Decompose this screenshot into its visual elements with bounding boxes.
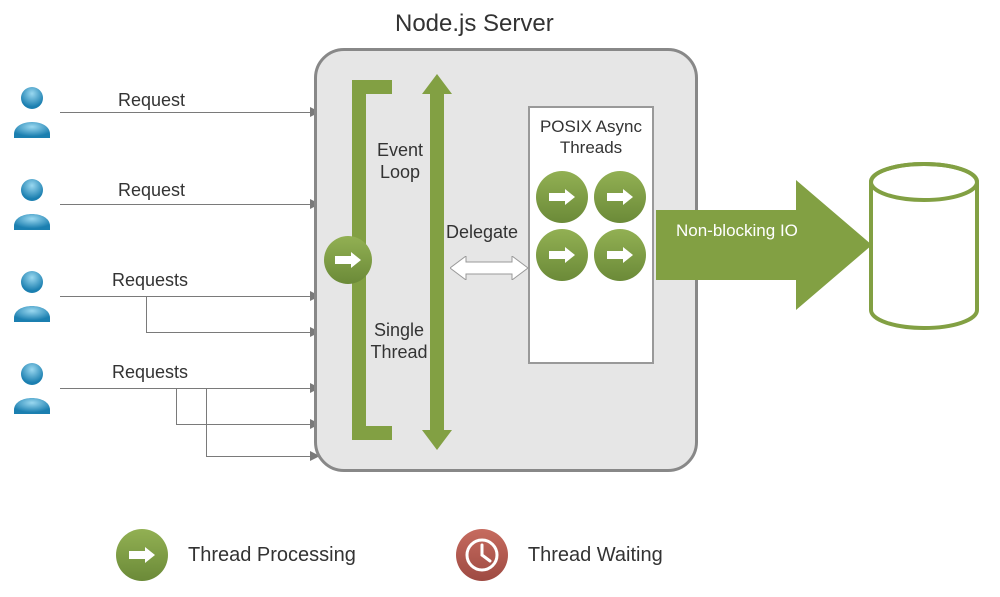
thread-processing-icon xyxy=(116,529,168,581)
thread-processing-icon xyxy=(324,236,372,284)
request-label: Request xyxy=(118,90,185,111)
thread-processing-icon xyxy=(594,229,646,281)
user-icon xyxy=(8,84,56,140)
thread-processing-icon xyxy=(536,171,588,223)
thread-processing-icon xyxy=(594,171,646,223)
posix-threads-box: POSIX Async Threads xyxy=(528,106,654,364)
database-icon xyxy=(868,162,980,330)
request-line xyxy=(60,388,312,389)
nodejs-architecture-diagram: Node.js Server Request Request Requests … xyxy=(0,0,1000,597)
posix-thread-icons xyxy=(530,167,652,285)
request-line xyxy=(176,388,177,424)
legend-processing-label: Thread Processing xyxy=(188,544,356,567)
request-line xyxy=(60,112,312,113)
non-blocking-io-arrow: Non-blocking IO xyxy=(656,180,872,310)
legend-waiting-label: Thread Waiting xyxy=(528,544,663,567)
request-label: Request xyxy=(118,180,185,201)
request-label: Requests xyxy=(112,362,188,383)
user-icon xyxy=(8,360,56,416)
request-line xyxy=(176,424,312,425)
thread-processing-icon xyxy=(536,229,588,281)
request-label: Requests xyxy=(112,270,188,291)
diagram-title: Node.js Server xyxy=(395,10,554,38)
delegate-arrow-icon xyxy=(450,256,528,280)
user-icon xyxy=(8,268,56,324)
request-line xyxy=(60,204,312,205)
request-line xyxy=(60,296,312,297)
thread-waiting-icon xyxy=(456,529,508,581)
legend: Thread Processing Thread Waiting xyxy=(116,529,663,581)
request-line xyxy=(146,332,312,333)
single-thread-label: Single Thread xyxy=(364,320,434,363)
posix-title: POSIX Async Threads xyxy=(530,108,652,167)
user-icon xyxy=(8,176,56,232)
event-loop-label: Event Loop xyxy=(370,140,430,183)
non-blocking-io-label: Non-blocking IO xyxy=(676,220,798,241)
event-loop-arrow xyxy=(430,92,444,432)
delegate-label: Delegate xyxy=(446,222,518,244)
request-line xyxy=(206,456,312,457)
request-line xyxy=(206,388,207,456)
request-line xyxy=(146,296,147,332)
